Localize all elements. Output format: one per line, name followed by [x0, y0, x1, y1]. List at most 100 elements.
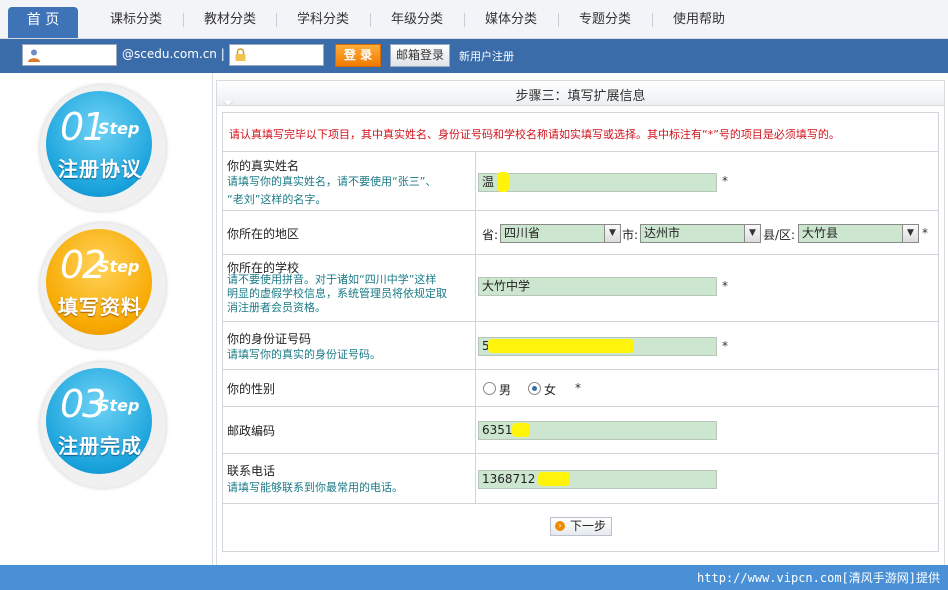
required-star: *: [722, 279, 728, 293]
step-3-label: Step: [98, 396, 140, 415]
gender-label-cell: 你的性别: [223, 370, 476, 406]
nav-textbook[interactable]: 教材分类: [186, 0, 274, 38]
city-value: 达州市: [644, 226, 681, 240]
city-select[interactable]: 达州市 ▼: [640, 224, 761, 243]
user-icon: [28, 49, 40, 62]
mail-login-button[interactable]: 邮箱登录: [390, 44, 450, 67]
nav-separator: [558, 13, 559, 27]
row-gender: 你的性别 男 女 *: [223, 370, 938, 407]
idcard-label-cell: 你的身份证号码 请填写你的真实的身份证号码。: [223, 322, 476, 369]
school-hint-3: 消注册者会员资格。: [227, 301, 326, 314]
phone-label-cell: 联系电话 请填写能够联系到你最常用的电话。: [223, 454, 476, 503]
nav-separator: [652, 13, 653, 27]
province-value: 四川省: [504, 226, 541, 240]
row-postcode: 邮政编码 6351: [223, 407, 938, 454]
row-region: 你所在的地区 省: 四川省 ▼ 市: 达州市 ▼ 县/区: 大竹县 ▼ *: [223, 211, 938, 255]
gender-female-radio[interactable]: [528, 382, 541, 395]
county-label: 县/区:: [763, 228, 796, 242]
row-school: 你所在的学校 请不要使用拼音。对于诸如“四川中学”这样 明显的虚假学校信息，系统…: [223, 255, 938, 322]
realname-label: 你的真实姓名: [227, 159, 300, 173]
region-label-cell: 你所在的地区: [223, 211, 476, 254]
postcode-label: 邮政编码: [227, 424, 276, 438]
panel-title: 步骤三：填写扩展信息: [515, 89, 646, 104]
nav-media[interactable]: 媒体分类: [467, 0, 555, 38]
watermark-text: http://www.vipcn.com[清风手游网]提供: [697, 571, 940, 585]
top-nav: 首 页 课标分类 教材分类 学科分类 年级分类 媒体分类 专题分类 使用帮助: [0, 0, 948, 39]
password-input[interactable]: [229, 44, 324, 66]
province-label: 省:: [482, 228, 499, 242]
redaction-mark: [497, 172, 509, 192]
nav-separator: [183, 13, 184, 27]
steps-panel: 01 Step 注册协议 02 Step 填写资料 03 Step 注册完成: [0, 73, 212, 565]
gender-label: 你的性别: [227, 382, 276, 396]
region-label: 你所在的地区: [227, 227, 300, 241]
step-2-badge: 02 Step 填写资料: [46, 229, 152, 335]
school-input[interactable]: 大竹中学: [478, 277, 717, 296]
gender-female-label: 女: [544, 383, 557, 397]
required-star: *: [722, 174, 728, 188]
login-bar: @scedu.com.cn | 登 录 邮箱登录 新用户注册: [0, 39, 948, 73]
phone-hint: 请填写能够联系到你最常用的电话。: [227, 481, 403, 494]
username-input[interactable]: [22, 44, 117, 66]
step-1: 01 Step 注册协议: [36, 83, 176, 213]
next-step-label: 下一步: [570, 519, 607, 533]
nav-separator: [276, 13, 277, 27]
step-2-name: 填写资料: [58, 295, 142, 319]
phone-input[interactable]: 1368712: [478, 470, 717, 489]
phone-label: 联系电话: [227, 464, 276, 478]
required-star: *: [722, 339, 728, 353]
email-domain: @scedu.com.cn |: [122, 47, 225, 61]
step-1-badge: 01 Step 注册协议: [46, 91, 152, 197]
chevron-down-icon[interactable]: ▼: [902, 225, 918, 242]
next-step-button[interactable]: › 下一步: [550, 517, 612, 536]
lock-icon: [235, 48, 246, 61]
footer-bar: http://www.vipcn.com[清风手游网]提供: [0, 565, 948, 590]
step-1-name: 注册协议: [58, 157, 142, 181]
register-link[interactable]: 新用户注册: [459, 48, 514, 64]
header-notch-icon: [223, 101, 233, 107]
nav-topic[interactable]: 专题分类: [561, 0, 649, 38]
arrow-right-icon: ›: [555, 521, 565, 531]
nav-home[interactable]: 首 页: [8, 7, 78, 38]
realname-input[interactable]: 温: [478, 173, 717, 192]
notice-text: 请认真填写完毕以下项目，其中真实姓名、身份证号码和学校名称请如实填写或选择。其中…: [229, 128, 840, 141]
row-idcard: 你的身份证号码 请填写你的真实的身份证号码。 5 *: [223, 322, 938, 370]
row-realname: 你的真实姓名 请填写你的真实姓名，请不要使用“张三”、 “老刘”这样的名字。 温…: [223, 152, 938, 211]
redaction-mark: [512, 423, 530, 437]
step-1-label: Step: [98, 119, 140, 138]
redaction-mark: [538, 472, 570, 486]
chevron-down-icon[interactable]: ▼: [604, 225, 620, 242]
required-star: *: [922, 226, 928, 240]
chevron-down-icon[interactable]: ▼: [744, 225, 760, 242]
province-select[interactable]: 四川省 ▼: [500, 224, 621, 243]
postcode-label-cell: 邮政编码: [223, 407, 476, 453]
nav-help[interactable]: 使用帮助: [655, 0, 743, 38]
school-label-cell: 你所在的学校 请不要使用拼音。对于诸如“四川中学”这样 明显的虚假学校信息，系统…: [223, 255, 476, 321]
redaction-mark: [488, 339, 634, 353]
extended-info-form: 请认真填写完毕以下项目，其中真实姓名、身份证号码和学校名称请如实填写或选择。其中…: [222, 112, 939, 552]
required-star: *: [575, 381, 581, 395]
nav-subject[interactable]: 学科分类: [279, 0, 367, 38]
county-value: 大竹县: [802, 226, 839, 240]
registration-panel: 步骤三：填写扩展信息 请认真填写完毕以下项目，其中真实姓名、身份证号码和学校名称…: [216, 80, 945, 566]
panel-header: 步骤三：填写扩展信息: [217, 81, 944, 106]
idcard-hint: 请填写你的真实的身份证号码。: [227, 348, 381, 361]
city-label: 市:: [622, 228, 639, 242]
county-select[interactable]: 大竹县 ▼: [798, 224, 919, 243]
realname-hint-2: “老刘”这样的名字。: [227, 193, 327, 206]
realname-hint-1: 请填写你的真实姓名，请不要使用“张三”、: [227, 175, 437, 188]
step-3-badge: 03 Step 注册完成: [46, 368, 152, 474]
realname-label-cell: 你的真实姓名 请填写你的真实姓名，请不要使用“张三”、 “老刘”这样的名字。: [223, 152, 476, 210]
idcard-label: 你的身份证号码: [227, 332, 312, 346]
step-2-label: Step: [98, 257, 140, 276]
nav-curriculum[interactable]: 课标分类: [92, 0, 180, 38]
gender-male-label: 男: [499, 383, 512, 397]
login-button[interactable]: 登 录: [335, 44, 381, 67]
panel-divider: [212, 73, 213, 565]
nav-separator: [464, 13, 465, 27]
nav-grade[interactable]: 年级分类: [373, 0, 461, 38]
step-2: 02 Step 填写资料: [36, 221, 176, 351]
step-3-name: 注册完成: [58, 434, 142, 458]
gender-male-radio[interactable]: [483, 382, 496, 395]
row-phone: 联系电话 请填写能够联系到你最常用的电话。 1368712: [223, 454, 938, 504]
